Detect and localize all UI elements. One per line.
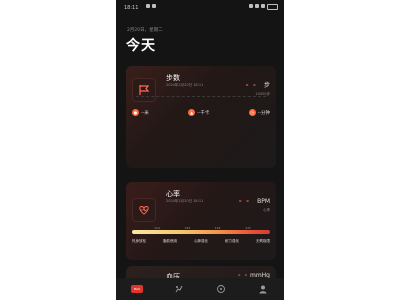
current-date: 2月20日，星期二 (127, 28, 163, 33)
distance-stat: ● --米 (132, 109, 149, 116)
page-title: 今天 (126, 38, 156, 54)
steps-stats: ● --米 ▲ --千卡 ◷ --分钟 (132, 109, 270, 116)
heart-rate-unit: BPM (257, 198, 270, 205)
heart-rate-sublabel: 心率 (263, 208, 270, 212)
zone-label: 心肺强化 (194, 239, 208, 243)
heart-rate-zone-bar (132, 230, 270, 234)
discover-tab[interactable] (213, 283, 229, 295)
sport-tab[interactable] (171, 283, 187, 295)
wifi-icon (261, 4, 265, 8)
divider (136, 96, 266, 97)
battery-icon (267, 4, 278, 10)
status-time: 18:11 (124, 5, 139, 11)
zone-label: 脂肪燃烧 (163, 239, 177, 243)
compass-icon (217, 285, 225, 293)
heart-rate-value: - - (238, 197, 250, 205)
home-tab[interactable]: BAS (129, 283, 145, 295)
bottom-tab-bar: BAS (116, 278, 284, 300)
zone-label: 热身放松 (132, 239, 146, 243)
home-tab-label: BAS (131, 285, 143, 293)
heart-rate-title: 心率 (166, 190, 180, 198)
steps-time: 2024年2月20日 18:11 (166, 83, 204, 87)
flag-icon (132, 78, 156, 102)
zone-label: 耐力强化 (225, 239, 239, 243)
clock-icon: ◷ (248, 109, 256, 116)
steps-title: 步数 (166, 74, 180, 82)
sport-icon (175, 285, 183, 293)
steps-value: - - (245, 81, 257, 89)
mail-icon (152, 4, 156, 8)
profile-tab[interactable] (255, 283, 271, 295)
heart-rate-time: 2024年2月20日 18:11 (166, 199, 204, 203)
user-icon (259, 285, 267, 294)
steps-unit: 步 (263, 82, 270, 89)
calorie-icon: ▲ (188, 109, 196, 116)
duration-stat: ◷ --分钟 (248, 109, 270, 116)
phone-screen: 18:11 2月20日，星期二 今天 步数 2024年2月20日 18:11 -… (116, 0, 284, 300)
status-bar: 18:11 (116, 0, 284, 14)
steps-card[interactable]: 步数 2024年2月20日 18:11 - - 步 10000步 ● --米 ▲… (126, 66, 276, 168)
heart-rate-zones: 热身放松 脂肪燃烧 心肺强化 耐力强化 无氧极限 (132, 239, 270, 244)
bluetooth-icon (249, 4, 253, 8)
signal-icon (255, 4, 259, 8)
heart-rate-card[interactable]: 心率 2024年2月20日 18:11 - - BPM 心率 114 133 1… (126, 182, 276, 260)
notification-icon (146, 4, 150, 8)
heart-rate-icon (132, 198, 156, 222)
calorie-stat: ▲ --千卡 (188, 109, 210, 116)
distance-icon: ● (132, 109, 139, 116)
zone-label: 无氧极限 (256, 239, 270, 243)
